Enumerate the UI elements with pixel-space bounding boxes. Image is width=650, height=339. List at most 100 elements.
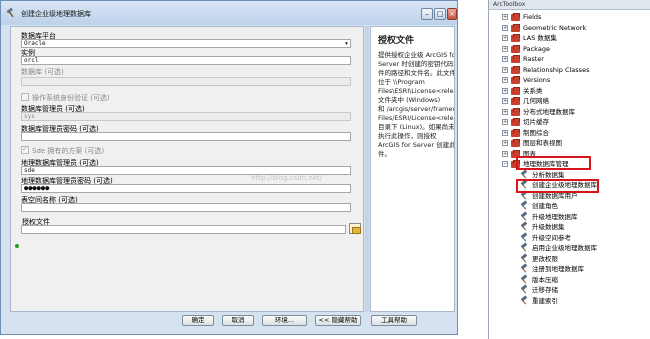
toolset-label: 制图综合: [523, 128, 549, 137]
hammer-icon: [520, 276, 529, 284]
tool-label: 更改权限: [532, 254, 558, 263]
hide-help-button[interactable]: << 隐藏帮助: [315, 315, 361, 326]
ok-button[interactable]: 确定: [182, 315, 214, 326]
tablespace-input[interactable]: [21, 203, 351, 212]
hammer-icon: [520, 286, 529, 294]
tool-label: 启用企业级地理数据库: [532, 244, 597, 252]
toolset-label: Relationship Classes: [523, 65, 590, 74]
expand-toggle-icon[interactable]: +: [502, 14, 508, 20]
tool-label: 迁移存储: [532, 286, 558, 294]
expand-toggle-icon[interactable]: +: [502, 87, 508, 94]
help-pane: 授权文件 提供授权企业级 ArcGIS for Server 时创建的密钥代码文…: [370, 26, 455, 312]
expand-toggle-icon[interactable]: +: [502, 45, 508, 52]
expand-toggle-icon[interactable]: +: [502, 140, 508, 146]
toolbox-icon: [511, 13, 520, 21]
help-body: 提供授权企业级 ArcGIS for Server 时创建的密钥代码文 件的路径…: [378, 51, 455, 158]
sde-schema-label: Sde 拥有的方案 (可选): [32, 147, 105, 155]
minimize-button[interactable]: –: [421, 8, 433, 20]
instance-value: orcl: [24, 57, 39, 64]
db-admin-password-input[interactable]: [21, 132, 351, 141]
hammer-icon: [520, 255, 529, 263]
cancel-button[interactable]: 取消: [222, 315, 254, 326]
expand-toggle-icon[interactable]: +: [502, 56, 508, 62]
toolset-label: Versions: [523, 76, 551, 84]
expand-toggle-icon[interactable]: +: [502, 119, 508, 125]
folder-open-icon[interactable]: [349, 223, 361, 234]
toolbox-icon: [511, 34, 520, 42]
create-enterprise-geodatabase-dialog: 创建企业级地理数据库 – □ × 数据库平台 Oracle ▼ 实例 orcl …: [0, 0, 458, 335]
help-title: 授权文件: [378, 36, 415, 46]
toolset-label: Package: [523, 44, 550, 53]
tool-help-button[interactable]: 工具帮助: [371, 315, 417, 326]
required-indicator-icon: [15, 244, 19, 248]
tool-label: 升级数据集: [532, 223, 565, 231]
highlight-box-tool: [516, 179, 599, 193]
toolset-label: 分布式地理数据库: [523, 107, 575, 116]
toolset-label: 几何网络: [523, 97, 549, 105]
tool-label: 版本压缩: [532, 275, 558, 284]
hammer-icon: [520, 171, 529, 179]
expand-toggle-icon[interactable]: +: [502, 24, 508, 31]
toolbox-icon: [511, 23, 520, 32]
toolbox-icon: [511, 76, 520, 84]
platform-value: Oracle: [24, 40, 46, 47]
gdb-admin-value: sde: [24, 167, 35, 174]
toolset-label: 图层和表视图: [523, 139, 562, 147]
database-input[interactable]: [21, 77, 351, 86]
os-auth-checkbox[interactable]: [21, 93, 29, 101]
expand-toggle-icon[interactable]: +: [502, 77, 508, 83]
database-label: 数据库 (可选): [21, 68, 64, 76]
auth-file-input[interactable]: [21, 225, 346, 234]
toolbox-icon: [511, 65, 520, 74]
hammer-icon: [520, 244, 529, 252]
expand-toggle-icon[interactable]: −: [502, 161, 508, 167]
toolset-label: Geometric Network: [523, 23, 587, 32]
dialog-title: 创建企业级地理数据库: [21, 10, 91, 18]
close-button[interactable]: ×: [447, 8, 457, 20]
toolset-label: 切片缓存: [523, 118, 549, 126]
os-auth-label: 操作系统身份验证 (可选): [32, 94, 110, 102]
pane-splitter[interactable]: [365, 26, 369, 312]
tool-label: 创建角色: [532, 202, 558, 210]
gdb-admin-password-input[interactable]: ●●●●●●: [21, 184, 351, 193]
expand-toggle-icon[interactable]: +: [502, 150, 508, 157]
arctoolbox-panel: ArcToolbox + Fields + Geometric Network + LAS…: [488, 0, 650, 339]
toolbox-icon: [511, 97, 520, 105]
hammer-icon: [520, 297, 529, 305]
toolbox-icon: [511, 55, 520, 63]
watermark-text: http://blog.csdn.net/: [251, 174, 323, 182]
expand-toggle-icon[interactable]: +: [502, 129, 508, 136]
toolset-label: Fields: [523, 13, 542, 21]
expand-toggle-icon[interactable]: +: [502, 66, 508, 73]
platform-select[interactable]: Oracle ▼: [21, 39, 351, 48]
tool-label: 升级空间参考: [532, 233, 571, 242]
toolbox-icon: [511, 107, 520, 116]
expand-toggle-icon[interactable]: +: [502, 108, 508, 115]
toolbox-icon: [511, 118, 520, 126]
hammer-icon: [520, 213, 529, 221]
toolbox-icon: [511, 86, 520, 95]
arctoolbox-header: ArcToolbox: [489, 0, 650, 10]
toolbox-icon: [511, 44, 520, 53]
instance-input[interactable]: orcl: [21, 56, 351, 65]
toolbox-icon: [511, 128, 520, 137]
expand-toggle-icon[interactable]: +: [502, 35, 508, 41]
highlight-box-toolset: [516, 156, 591, 170]
toolset-label: Raster: [523, 55, 544, 63]
hammer-icon: [520, 265, 529, 273]
hammer-icon: [520, 223, 529, 231]
expand-toggle-icon[interactable]: +: [502, 98, 508, 104]
gdb-admin-password-value: ●●●●●●: [24, 184, 50, 192]
hammer-icon: [520, 202, 529, 210]
maximize-button[interactable]: □: [434, 8, 446, 20]
sde-schema-checkbox[interactable]: [21, 145, 29, 154]
toolbox-icon: [511, 139, 520, 147]
db-admin-value: sys: [24, 113, 35, 120]
hammer-icon: [6, 8, 14, 18]
dialog-titlebar[interactable]: 创建企业级地理数据库 – □ ×: [1, 1, 457, 25]
toolset-label: LAS 数据集: [523, 34, 557, 42]
hammer-icon: [520, 234, 529, 242]
db-admin-input[interactable]: sys: [21, 112, 351, 121]
chevron-down-icon: ▼: [344, 41, 348, 47]
environments-button[interactable]: 环境...: [262, 315, 307, 326]
